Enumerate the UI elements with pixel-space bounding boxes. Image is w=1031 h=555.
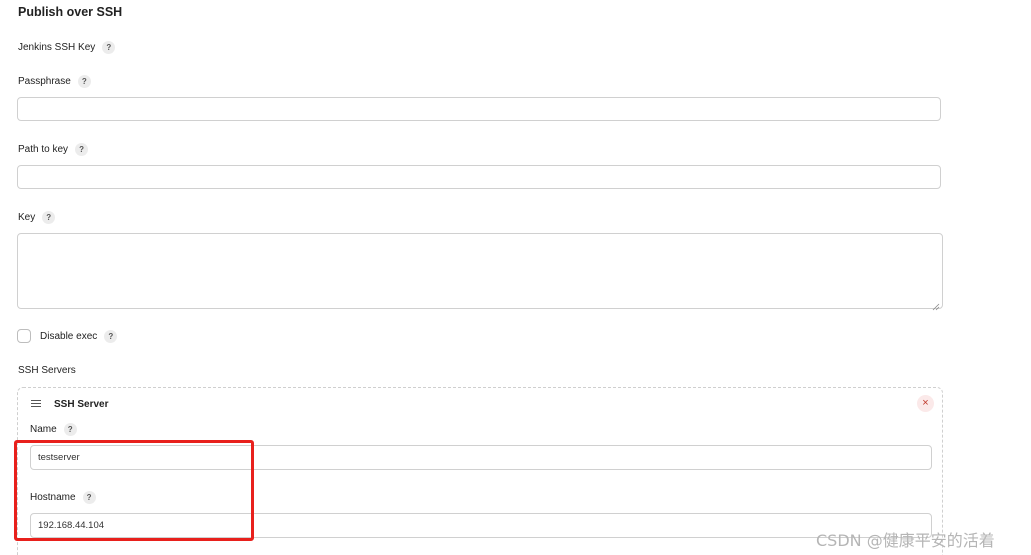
disable-exec-label-text: Disable exec: [40, 331, 98, 342]
key-label: Key ?: [18, 211, 56, 224]
question-mark-icon[interactable]: ?: [102, 41, 116, 54]
ssh-servers-label-text: SSH Servers: [18, 365, 76, 376]
server-name-label: Name ?: [30, 423, 77, 436]
disable-exec-label: Disable exec ?: [40, 330, 118, 343]
ssh-server-title: SSH Server: [54, 399, 109, 410]
jenkins-ssh-key-label: Jenkins SSH Key ?: [18, 41, 116, 54]
section-title: Publish over SSH: [18, 5, 123, 19]
question-mark-icon[interactable]: ?: [63, 423, 77, 436]
key-label-text: Key: [18, 212, 36, 223]
passphrase-input[interactable]: [17, 97, 941, 121]
key-textarea[interactable]: [17, 233, 943, 311]
question-mark-icon[interactable]: ?: [104, 330, 118, 343]
path-to-key-label-text: Path to key: [18, 144, 69, 155]
watermark: CSDN @健康平安的活着: [816, 531, 995, 550]
drag-handle-icon[interactable]: [31, 400, 41, 407]
highlight-annotation: [14, 440, 254, 541]
resize-grip-icon[interactable]: [932, 298, 940, 311]
question-mark-icon[interactable]: ?: [42, 211, 56, 224]
path-to-key-input[interactable]: [17, 165, 941, 189]
question-mark-icon[interactable]: ?: [77, 75, 91, 88]
disable-exec-checkbox[interactable]: [17, 329, 31, 343]
passphrase-label: Passphrase ?: [18, 75, 91, 88]
jenkins-ssh-key-label-text: Jenkins SSH Key: [18, 42, 96, 53]
path-to-key-label: Path to key ?: [18, 143, 89, 156]
server-name-label-text: Name: [30, 424, 57, 435]
ssh-servers-label: SSH Servers: [18, 365, 76, 376]
question-mark-icon[interactable]: ?: [75, 143, 89, 156]
close-icon[interactable]: ×: [917, 395, 934, 412]
passphrase-label-text: Passphrase: [18, 76, 71, 87]
publish-over-ssh-page: Publish over SSH Jenkins SSH Key ? Passp…: [0, 0, 1031, 555]
